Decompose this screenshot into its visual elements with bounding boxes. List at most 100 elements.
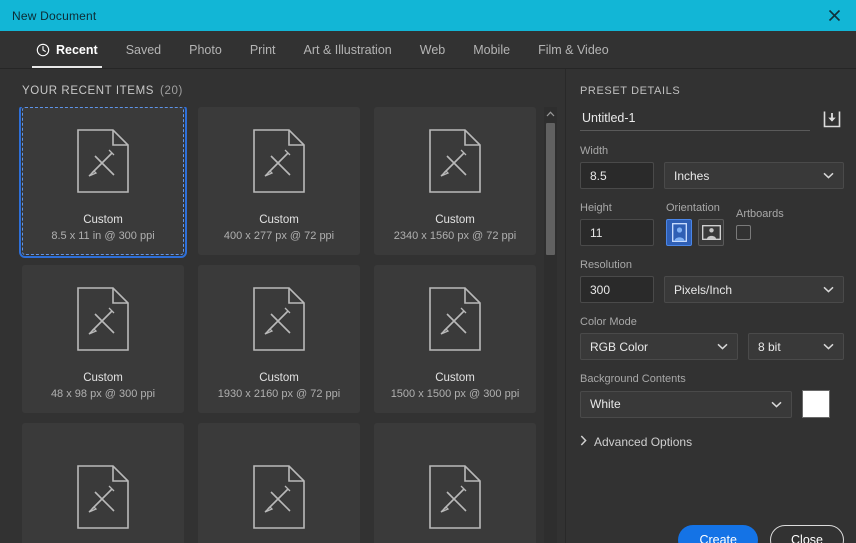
preset-card[interactable]: Custom 8.5 x 11 in @ 300 ppi bbox=[19, 107, 187, 258]
recent-items-grid: Custom 8.5 x 11 in @ 300 ppi Custom 400 … bbox=[19, 107, 536, 543]
preset-card[interactable] bbox=[198, 423, 360, 543]
artboards-checkbox[interactable] bbox=[736, 225, 751, 240]
save-preset-button[interactable] bbox=[820, 107, 844, 131]
artboards-label: Artboards bbox=[736, 208, 784, 220]
tab-recent-label: Recent bbox=[56, 42, 98, 57]
tab-art-illustration[interactable]: Art & Illustration bbox=[290, 31, 406, 68]
preset-card[interactable]: Custom 2340 x 1560 px @ 72 ppi bbox=[374, 107, 536, 255]
document-thumbnail bbox=[375, 424, 535, 543]
width-label: Width bbox=[580, 145, 609, 157]
scrollbar-up-button[interactable] bbox=[544, 107, 557, 121]
recent-items-title: YOUR RECENT ITEMS bbox=[22, 85, 155, 97]
recent-items-panel: YOUR RECENT ITEMS (20) Custom 8.5 x 11 i… bbox=[0, 69, 566, 543]
chevron-down-icon bbox=[717, 343, 728, 350]
document-thumbnail bbox=[23, 266, 183, 372]
tab-recent[interactable]: Recent bbox=[22, 31, 112, 68]
new-document-dialog: New Document Recent Saved Photo Print Ar… bbox=[0, 0, 856, 543]
height-field: Height bbox=[580, 202, 654, 246]
artboards-field: Artboards bbox=[736, 208, 784, 246]
tab-print[interactable]: Print bbox=[236, 31, 290, 68]
tab-film-video[interactable]: Film & Video bbox=[524, 31, 623, 68]
tab-web[interactable]: Web bbox=[406, 31, 459, 68]
advanced-options-label: Advanced Options bbox=[594, 435, 693, 449]
close-icon bbox=[828, 9, 840, 22]
dialog-footer: Create Close bbox=[580, 525, 844, 543]
resolution-label: Resolution bbox=[580, 259, 632, 271]
width-unit-select[interactable]: Inches bbox=[664, 162, 844, 189]
window-close-button[interactable] bbox=[812, 0, 856, 31]
document-name-input[interactable] bbox=[580, 107, 810, 131]
resolution-row: Pixels/Inch bbox=[580, 276, 844, 303]
preset-card-subtitle: 48 x 98 px @ 300 ppi bbox=[50, 388, 156, 400]
resolution-input[interactable] bbox=[580, 276, 654, 303]
preset-card-subtitle: 8.5 x 11 in @ 300 ppi bbox=[51, 230, 155, 242]
clock-icon bbox=[36, 43, 50, 57]
chevron-up-icon bbox=[546, 111, 555, 117]
title-bar: New Document bbox=[0, 0, 856, 31]
save-preset-icon bbox=[823, 111, 841, 128]
recent-items-grid-wrapper: Custom 8.5 x 11 in @ 300 ppi Custom 400 … bbox=[0, 107, 565, 543]
preset-card[interactable]: Custom 48 x 98 px @ 300 ppi bbox=[22, 265, 184, 413]
width-unit-value: Inches bbox=[674, 168, 710, 183]
orientation-field: Orientation bbox=[666, 202, 724, 246]
window-title: New Document bbox=[12, 8, 97, 23]
resolution-unit-value: Pixels/Inch bbox=[674, 282, 733, 297]
preset-card-title: Custom bbox=[259, 214, 299, 226]
preset-card[interactable]: Custom 400 x 277 px @ 72 ppi bbox=[198, 107, 360, 255]
color-mode-select[interactable]: RGB Color bbox=[580, 333, 738, 360]
dialog-main: YOUR RECENT ITEMS (20) Custom 8.5 x 11 i… bbox=[0, 69, 856, 543]
width-row: Inches bbox=[580, 162, 844, 189]
preset-card-subtitle: 1500 x 1500 px @ 300 ppi bbox=[390, 388, 520, 400]
category-tabs: Recent Saved Photo Print Art & Illustrat… bbox=[0, 31, 856, 69]
document-thumbnail bbox=[23, 108, 183, 214]
portrait-orientation-icon bbox=[671, 223, 687, 242]
recent-items-count: (20) bbox=[160, 85, 183, 97]
preset-card-subtitle: 400 x 277 px @ 72 ppi bbox=[223, 230, 335, 242]
resolution-unit-select[interactable]: Pixels/Inch bbox=[664, 276, 844, 303]
preset-card-title: Custom bbox=[435, 372, 475, 384]
color-mode-group: Color Mode RGB Color 8 bit bbox=[580, 316, 844, 360]
preset-card[interactable]: Custom 1930 x 2160 px @ 72 ppi bbox=[198, 265, 360, 413]
tab-photo[interactable]: Photo bbox=[175, 31, 236, 68]
create-button[interactable]: Create bbox=[678, 525, 758, 543]
close-button[interactable]: Close bbox=[770, 525, 844, 543]
width-input[interactable] bbox=[580, 162, 654, 189]
document-thumbnail bbox=[23, 424, 183, 543]
preset-card-subtitle: 1930 x 2160 px @ 72 ppi bbox=[217, 388, 341, 400]
color-mode-label: Color Mode bbox=[580, 316, 637, 328]
tab-saved-label: Saved bbox=[125, 42, 162, 57]
orientation-label: Orientation bbox=[666, 202, 720, 214]
dialog-body: Recent Saved Photo Print Art & Illustrat… bbox=[0, 31, 856, 543]
background-color-swatch[interactable] bbox=[802, 390, 830, 418]
document-thumbnail bbox=[199, 424, 359, 543]
height-input[interactable] bbox=[580, 219, 654, 246]
preset-details-panel: PRESET DETAILS Width bbox=[566, 69, 856, 543]
tab-mobile[interactable]: Mobile bbox=[459, 31, 524, 68]
preset-card[interactable]: Custom 1500 x 1500 px @ 300 ppi bbox=[374, 265, 536, 413]
chevron-down-icon bbox=[823, 286, 834, 293]
background-contents-select[interactable]: White bbox=[580, 390, 792, 418]
color-mode-row: RGB Color 8 bit bbox=[580, 333, 844, 360]
preset-card-subtitle: 2340 x 1560 px @ 72 ppi bbox=[393, 230, 517, 242]
resolution-group: Resolution Pixels/Inch bbox=[580, 259, 844, 303]
chevron-right-icon bbox=[580, 435, 587, 449]
landscape-orientation-button[interactable] bbox=[698, 219, 724, 246]
advanced-options-toggle[interactable]: Advanced Options bbox=[580, 435, 844, 449]
tab-mobile-label: Mobile bbox=[473, 42, 511, 57]
portrait-orientation-button[interactable] bbox=[666, 219, 692, 246]
bit-depth-select[interactable]: 8 bit bbox=[748, 333, 844, 360]
document-thumbnail bbox=[199, 108, 359, 214]
preset-card[interactable] bbox=[22, 423, 184, 543]
tab-art-illustration-label: Art & Illustration bbox=[303, 42, 392, 57]
scrollbar-track[interactable] bbox=[544, 121, 557, 543]
scrollbar-thumb[interactable] bbox=[546, 123, 555, 255]
chevron-down-icon bbox=[823, 343, 834, 350]
background-contents-row: White bbox=[580, 390, 844, 418]
tab-saved[interactable]: Saved bbox=[112, 31, 175, 68]
tab-film-video-label: Film & Video bbox=[538, 42, 609, 57]
recent-items-scrollbar[interactable] bbox=[544, 107, 557, 543]
background-contents-label: Background Contents bbox=[580, 373, 686, 385]
tab-print-label: Print bbox=[249, 42, 276, 57]
preset-card[interactable] bbox=[374, 423, 536, 543]
preset-details-header: PRESET DETAILS bbox=[580, 85, 681, 97]
